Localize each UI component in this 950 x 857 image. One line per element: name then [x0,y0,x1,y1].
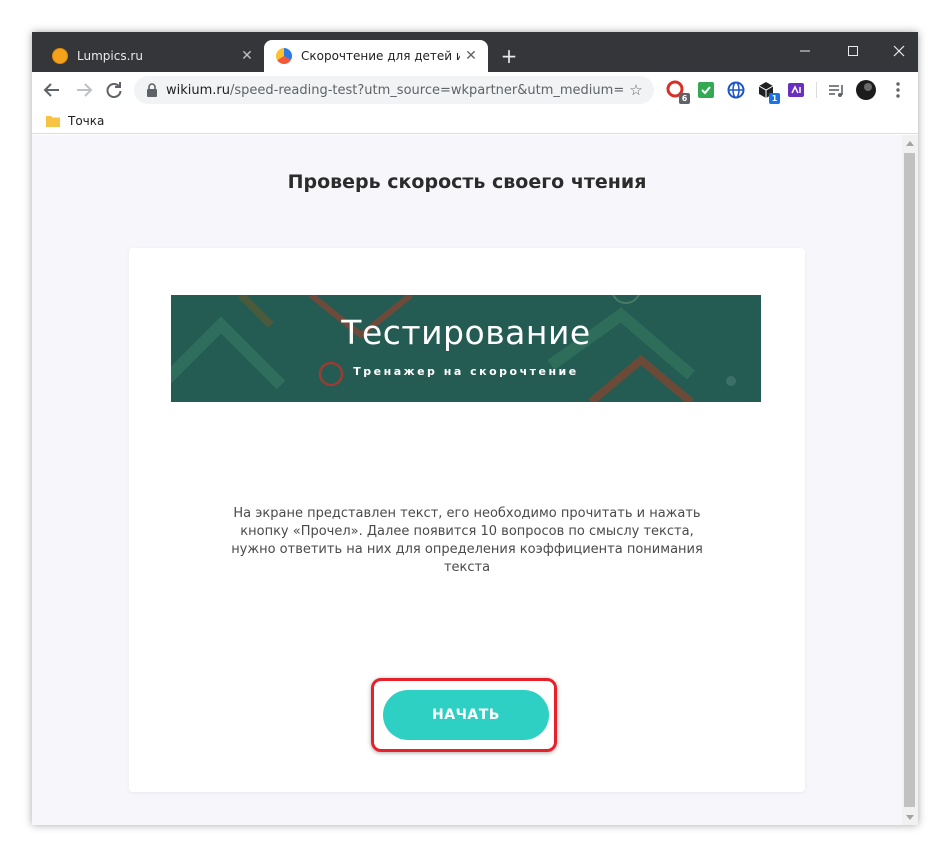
tab-strip: Lumpics.ru ✕ Скорочтение для детей и взр… [32,32,918,72]
vertical-scrollbar[interactable] [902,135,918,825]
page-viewport: Проверь скорость своего чтения Тестирова… [32,135,902,825]
extension-box-icon[interactable]: 1 [756,80,780,104]
kebab-menu-icon [896,82,900,98]
tab-title: Lumpics.ru [77,49,143,63]
wikium-icon [276,48,292,64]
arrow-left-icon [43,83,59,97]
test-card: Тестирование Тренажер на скорочтение На … [129,248,805,792]
bookmark-label: Точка [68,114,105,128]
browser-toolbar: wikium.ru /speed-reading-test?utm_source… [32,72,918,108]
start-button[interactable]: НАЧАТЬ [383,690,549,740]
arrow-right-icon [77,83,93,97]
test-description: На экране представлен текст, его необход… [231,506,703,575]
extension-purple-icon[interactable] [786,80,806,100]
close-icon[interactable]: ✕ [236,48,258,64]
lock-icon [147,83,157,97]
banner-subtitle: Тренажер на скорочтение [353,365,579,378]
reload-button[interactable] [102,78,126,102]
folder-icon [46,116,60,127]
banner-title: Тестирование [341,313,591,352]
menu-button[interactable] [888,80,908,100]
scroll-down-arrow-icon[interactable] [906,815,914,820]
scrollbar-thumb[interactable] [904,153,915,807]
reading-list-icon[interactable] [826,80,846,100]
extension-red-icon[interactable]: 6 [666,80,690,104]
new-tab-button[interactable]: + [496,44,522,70]
test-banner: Тестирование Тренажер на скорочтение [171,295,761,402]
maximize-button[interactable] [836,38,870,64]
maximize-icon [848,46,858,56]
bookmark-folder-tochka[interactable]: Точка [46,112,104,130]
avatar[interactable] [856,80,876,100]
url-path: /speed-reading-test?utm_source=wkpartner… [230,82,624,98]
extension-badge: 1 [769,93,780,104]
extension-check-icon[interactable] [696,80,716,100]
minimize-icon [800,50,810,52]
scroll-up-arrow-icon[interactable] [906,141,914,146]
url-host: wikium.ru [166,82,231,98]
extension-globe-icon[interactable] [726,80,746,100]
tab-wikium[interactable]: Скорочтение для детей и взрос ✕ [264,40,488,72]
reload-icon [106,82,122,98]
address-bar[interactable]: wikium.ru /speed-reading-test?utm_source… [134,76,654,104]
browser-window: Lumpics.ru ✕ Скорочтение для детей и взр… [32,32,918,825]
tab-title: Скорочтение для детей и взрос [301,49,460,63]
page-title: Проверь скорость своего чтения [287,171,647,193]
extension-badge: 6 [679,93,690,104]
back-button[interactable] [40,78,64,102]
window-close-button[interactable] [882,38,916,64]
minimize-button[interactable] [788,38,822,64]
tab-lumpics[interactable]: Lumpics.ru ✕ [40,40,264,72]
close-icon [893,45,905,57]
orange-circle-icon [52,48,68,64]
bookmark-star-icon[interactable]: ☆ [624,81,648,99]
forward-button[interactable] [72,78,96,102]
close-icon[interactable]: ✕ [460,48,482,64]
toolbar-divider [816,82,817,98]
bookmarks-bar: Точка [32,108,918,134]
